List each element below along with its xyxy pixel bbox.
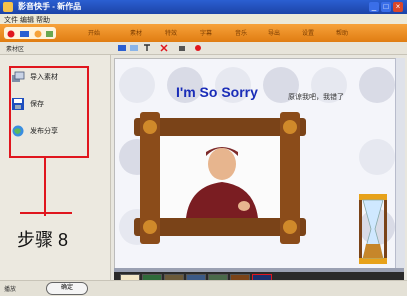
toolbar-label: 素材区 <box>6 47 25 53</box>
tab-settings[interactable]: 设置 <box>302 28 314 37</box>
text-icon[interactable] <box>143 44 151 52</box>
preview-vertical-scrollbar[interactable] <box>395 58 405 268</box>
wooden-photo-frame <box>134 112 306 244</box>
home-tab[interactable] <box>4 27 56 39</box>
app-logo-icon <box>3 2 13 12</box>
record-icon[interactable] <box>194 44 202 52</box>
photo-icon[interactable] <box>130 44 138 52</box>
title-bar: 影音快手 - 新作品 _ □ × <box>0 0 407 14</box>
confirm-button[interactable]: 确定 <box>46 282 88 295</box>
background-pattern-tile <box>359 67 395 103</box>
menu-bar: 文件 编辑 帮助 <box>0 14 407 24</box>
tab-effects[interactable]: 特效 <box>165 28 177 37</box>
tab-start[interactable]: 开始 <box>88 28 100 37</box>
background-pattern-tile <box>119 67 155 103</box>
background-pattern-tile <box>359 139 395 175</box>
toolbar: 素材区 <box>0 42 407 55</box>
annotation-connector-tick <box>20 212 72 214</box>
video-subline-text: 原谅我吧，我错了 <box>288 94 344 101</box>
film-icon[interactable] <box>118 44 126 52</box>
annotation-step-label: 步骤 8 <box>17 230 69 250</box>
person-face <box>208 148 236 180</box>
app-window: 影音快手 - 新作品 _ □ × 文件 编辑 帮助 开始 素材 特效 字幕 音乐… <box>0 0 407 296</box>
home-tab-icons <box>7 30 53 38</box>
tab-export[interactable]: 导出 <box>268 28 280 37</box>
annotation-highlight-box <box>9 66 89 158</box>
delete-icon[interactable] <box>160 44 168 52</box>
maximize-button[interactable]: □ <box>381 2 391 12</box>
tab-captions[interactable]: 字幕 <box>200 28 212 37</box>
window-title: 影音快手 - 新作品 <box>18 2 82 11</box>
ribbon-bar: 开始 素材 特效 字幕 音乐 导出 设置 帮助 <box>0 24 407 42</box>
tab-music[interactable]: 音乐 <box>235 28 247 37</box>
play-label: 播放 <box>4 287 17 293</box>
tab-help[interactable]: 帮助 <box>336 28 348 37</box>
clip-icon[interactable] <box>178 44 186 52</box>
video-headline-text: I'm So Sorry <box>176 84 258 100</box>
hourglass-decoration <box>359 194 387 264</box>
tab-media[interactable]: 素材 <box>130 28 142 37</box>
annotation-connector-line <box>44 158 46 216</box>
close-button[interactable]: × <box>393 2 403 12</box>
minimize-button[interactable]: _ <box>369 2 379 12</box>
